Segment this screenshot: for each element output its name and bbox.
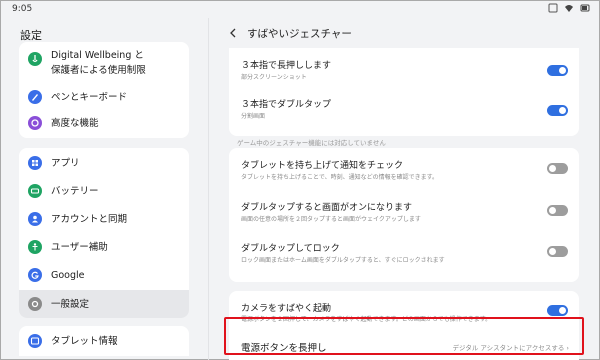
google-icon xyxy=(28,268,42,282)
tablet-info-icon xyxy=(28,334,42,348)
accessibility-icon xyxy=(28,240,42,254)
toggle-switch[interactable] xyxy=(547,163,568,174)
setting-row-lift-to-check[interactable]: タブレットを持ち上げて通知をチェック タブレットを持ち上げることで、時刻、通知な… xyxy=(229,154,579,190)
account-icon xyxy=(28,212,42,226)
notification-icon xyxy=(548,3,558,13)
toggle-switch[interactable] xyxy=(547,305,568,316)
page-title: すばやいジェスチャー xyxy=(247,28,352,40)
sidebar-item-label: アカウントと同期 xyxy=(51,214,128,225)
advanced-icon xyxy=(28,116,42,130)
sidebar-item-label: Google xyxy=(51,270,85,281)
toggle-switch[interactable] xyxy=(547,205,568,216)
back-arrow-icon[interactable] xyxy=(227,27,239,39)
setting-row-double-tap-wake[interactable]: ダブルタップすると画面がオンになります 画面の任意の場所を２回タップすると画面が… xyxy=(229,196,579,232)
settings-title: 設定 xyxy=(20,29,42,42)
sidebar-item-label: 高度な機能 xyxy=(51,118,99,129)
sidebar-item-label: 一般設定 xyxy=(51,299,90,310)
sidebar-item-tablet-info[interactable]: タブレット情報 xyxy=(19,328,189,354)
toggle-switch[interactable] xyxy=(547,65,568,76)
setting-title: ３本指で長押しします xyxy=(241,61,332,71)
setting-title: ダブルタップしてロック xyxy=(241,244,340,254)
sidebar-group-3: タブレット情報 xyxy=(19,326,189,356)
toggle-knob xyxy=(549,165,556,172)
sidebar-item-advanced[interactable]: 高度な機能 xyxy=(19,112,189,134)
gesture-group-2: タブレットを持ち上げて通知をチェック タブレットを持ち上げることで、時刻、通知な… xyxy=(229,148,579,282)
setting-title: カメラをすばやく起動 xyxy=(241,304,332,314)
sidebar-item-label: ペンとキーボード xyxy=(51,92,128,103)
status-bar: 9:05 xyxy=(0,0,600,18)
toggle-knob xyxy=(559,307,566,314)
sidebar-item-digital-wellbeing[interactable]: Digital Wellbeing と 保護者による使用制限 xyxy=(19,48,189,82)
toggle-knob xyxy=(549,207,556,214)
sidebar-item-accessibility[interactable]: ユーザー補助 xyxy=(19,234,189,260)
sidebar-item-label: Digital Wellbeing と xyxy=(51,50,144,61)
toggle-knob xyxy=(559,107,566,114)
quick-gestures-pane: すばやいジェスチャー ３本指で長押しします 部分スクリーンショット ３本指でダブ… xyxy=(209,18,600,360)
battery-status-icon xyxy=(580,4,590,12)
setting-subtitle: ロック画面またはホーム画面をダブルタップすると、すぐにロックされます xyxy=(241,257,445,264)
gesture-group-1: ３本指で長押しします 部分スクリーンショット ３本指でダブルタップ 分割画面 xyxy=(229,48,579,136)
sidebar-item-google[interactable]: Google xyxy=(19,262,189,288)
sidebar-item-label: タブレット情報 xyxy=(51,336,118,347)
battery-icon xyxy=(28,184,42,198)
setting-title: タブレットを持ち上げて通知をチェック xyxy=(241,161,404,171)
status-time: 9:05 xyxy=(12,4,33,14)
apps-icon xyxy=(28,156,42,170)
wifi-icon xyxy=(565,5,573,12)
setting-row-three-finger-double-tap[interactable]: ３本指でダブルタップ 分割画面 xyxy=(229,93,579,129)
setting-title: ダブルタップすると画面がオンになります xyxy=(241,203,413,213)
settings-sidebar: 設定 Digital Wellbeing と 保護者による使用制限 ペンとキーボ… xyxy=(0,18,208,360)
setting-title: ３本指でダブルタップ xyxy=(241,100,332,110)
setting-row-double-tap-lock[interactable]: ダブルタップしてロック ロック画面またはホーム画面をダブルタップすると、すぐにロ… xyxy=(229,237,579,273)
status-icons xyxy=(548,3,590,13)
sidebar-item-label: アプリ xyxy=(51,158,80,169)
section-note: ゲーム中のジェスチャー機能には対応していません xyxy=(237,139,386,147)
toggle-knob xyxy=(549,248,556,255)
setting-subtitle: タブレットを持ち上げることで、時刻、通知などの情報を確認できます。 xyxy=(241,174,438,181)
setting-subtitle: 画面の任意の場所を２回タップすると画面がウェイクアップします xyxy=(241,216,421,223)
sidebar-item-battery[interactable]: バッテリー xyxy=(19,178,189,204)
setting-subtitle: 部分スクリーンショット xyxy=(241,74,307,81)
setting-row-three-finger-hold[interactable]: ３本指で長押しします 部分スクリーンショット xyxy=(229,54,579,90)
setting-subtitle: 分割画面 xyxy=(241,113,266,120)
sidebar-item-label: 保護者による使用制限 xyxy=(51,65,146,76)
pen-icon xyxy=(28,90,42,104)
sidebar-item-label: バッテリー xyxy=(51,186,99,197)
toggle-knob xyxy=(559,67,566,74)
sidebar-item-label: ユーザー補助 xyxy=(51,242,108,253)
highlight-box xyxy=(224,317,584,355)
sidebar-item-apps[interactable]: アプリ xyxy=(19,150,189,176)
sidebar-group-1: Digital Wellbeing と 保護者による使用制限 ペンとキーボード … xyxy=(19,42,189,138)
toggle-switch[interactable] xyxy=(547,246,568,257)
wellbeing-icon xyxy=(28,52,42,66)
sidebar-item-account[interactable]: アカウントと同期 xyxy=(19,206,189,232)
sidebar-group-2: アプリ バッテリー アカウントと同期 ユーザー補助 Google 一般設定 xyxy=(19,148,189,318)
toggle-switch[interactable] xyxy=(547,105,568,116)
sidebar-item-pen-keyboard[interactable]: ペンとキーボード xyxy=(19,86,189,108)
general-settings-icon xyxy=(28,297,42,311)
sidebar-item-general-settings[interactable]: 一般設定 xyxy=(19,290,189,318)
